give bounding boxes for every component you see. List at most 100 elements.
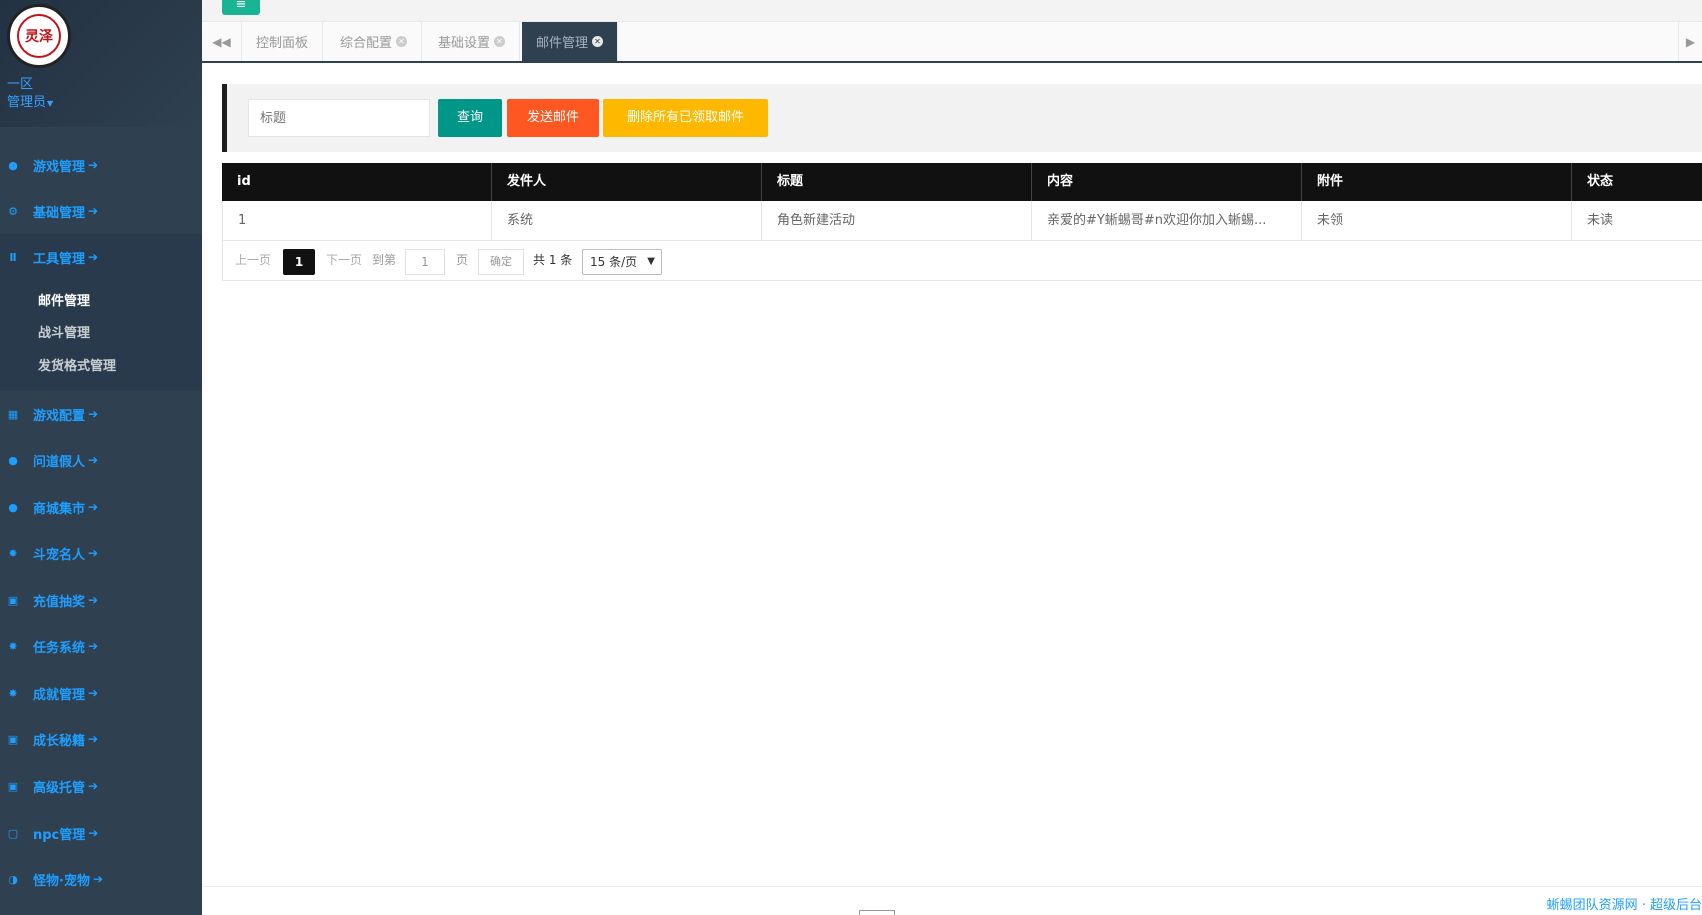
page-number-input[interactable]: 1	[405, 249, 445, 275]
column-header-id: id	[222, 163, 492, 201]
role-dropdown[interactable]: 管理员▼	[7, 91, 53, 110]
per-page-select[interactable]: 15 条/页 ▼	[582, 249, 662, 275]
user-icon: ●	[8, 453, 18, 467]
close-icon[interactable]: ✕	[592, 36, 604, 47]
gears-icon: ⚙	[8, 204, 18, 218]
arrow-right-icon: ➔	[88, 453, 99, 467]
submenu-item-battle[interactable]: 战斗管理	[38, 322, 90, 341]
money-icon: ▣	[7, 732, 19, 746]
sidebar-item-label: 斗宠名人	[33, 547, 86, 563]
table-row[interactable]: 1 系统 角色新建活动 亲爱的#Y蜥蜴哥#n欢迎你加入蜥蜴... 未领 未读	[222, 201, 1702, 241]
footer: 蜥蜴团队资源网 · 超级后台	[202, 886, 1702, 915]
arrow-right-icon: ➔	[88, 546, 99, 560]
goto-label: 到第	[372, 253, 397, 267]
sidebar-item-game[interactable]: ● 游戏管理 ➔	[0, 142, 202, 188]
square-icon: ▢	[7, 826, 19, 840]
sidebar-item-monster-pet[interactable]: ◑ 怪物·宠物 ➔	[0, 856, 202, 902]
cell-title: 角色新建活动	[762, 201, 1032, 241]
next-page-link[interactable]: 下一页	[326, 251, 362, 268]
caret-down-icon: ▼	[47, 99, 54, 108]
title-search-input[interactable]	[248, 99, 430, 137]
sidebar-item-growth-guide[interactable]: ▣ 成长秘籍 ➔	[0, 716, 202, 762]
money-icon: ▣	[7, 593, 19, 607]
goto-confirm-button[interactable]: 确定	[478, 249, 524, 275]
sidebar-item-label: 任务系统	[33, 640, 86, 656]
arrow-right-icon: ➔	[88, 779, 99, 793]
page-unit-label: 页	[456, 253, 469, 267]
sidebar-item-advanced-hosting[interactable]: ▣ 高级托管 ➔	[0, 763, 202, 809]
sidebar-item-label: npc管理	[33, 827, 86, 843]
per-page-value: 15 条/页	[590, 255, 638, 269]
tab-basic-settings[interactable]: 基础设置 ✕	[424, 22, 521, 61]
tab-bar: ◀◀ 控制面板 综合配置 ✕ 基础设置 ✕ 邮件管理 ✕ ▶	[202, 22, 1702, 63]
sidebar-item-label: 商城集市	[33, 501, 86, 517]
logo-avatar: 灵泽	[7, 4, 71, 68]
tab-label: 邮件管理	[536, 36, 589, 51]
column-header-sender: 发件人	[492, 163, 762, 201]
cell-sender: 系统	[492, 201, 762, 241]
footer-link[interactable]: 蜥蜴团队资源网 · 超级后台	[1547, 894, 1702, 913]
sidebar-item-fake-player[interactable]: ● 问道假人 ➔	[0, 437, 202, 483]
cell-content: 亲爱的#Y蜥蜴哥#n欢迎你加入蜥蜴...	[1032, 201, 1302, 241]
gear-icon: ✸	[8, 686, 18, 700]
delete-claimed-mail-button[interactable]: 删除所有已领取邮件	[603, 99, 768, 137]
table-header: id 发件人 标题 内容 附件 状态	[222, 163, 1702, 201]
cell-attachment: 未领	[1302, 201, 1572, 241]
role-label: 管理员	[7, 95, 47, 110]
arrow-right-icon: ➔	[88, 407, 99, 421]
tools-icon: Ⅱ	[9, 250, 17, 264]
sidebar-item-mall[interactable]: ● 商城集市 ➔	[0, 484, 202, 530]
logo-text: 灵泽	[17, 14, 61, 58]
arrow-right-icon: ➔	[88, 500, 99, 514]
zone-label: 一区	[7, 77, 34, 92]
sidebar-item-recharge-lottery[interactable]: ▣ 充值抽奖 ➔	[0, 577, 202, 623]
sidebar-item-basic[interactable]: ⚙ 基础管理 ➔	[0, 188, 202, 234]
footer-badge	[859, 910, 895, 915]
tab-scroll-right-icon[interactable]: ▶	[1678, 22, 1702, 61]
column-header-attachment: 附件	[1302, 163, 1572, 201]
sidebar-item-label: 充值抽奖	[33, 594, 86, 610]
sidebar-item-label: 基础管理	[33, 205, 86, 221]
send-mail-button[interactable]: 发送邮件	[507, 99, 599, 137]
sidebar-item-pet-celebrity[interactable]: ✸ 斗宠名人 ➔	[0, 530, 202, 576]
sidebar-item-label: 工具管理	[33, 251, 86, 267]
column-header-content: 内容	[1032, 163, 1302, 201]
sidebar-item-achievement[interactable]: ✸ 成就管理 ➔	[0, 670, 202, 716]
arrow-right-icon: ➔	[88, 250, 99, 264]
sidebar-item-tools[interactable]: Ⅱ 工具管理 ➔	[0, 234, 202, 280]
tab-label: 综合配置	[340, 36, 393, 51]
money-icon: ▣	[7, 779, 19, 793]
sidebar-item-task-system[interactable]: ✸ 任务系统 ➔	[0, 623, 202, 669]
close-icon[interactable]: ✕	[396, 36, 408, 47]
query-button[interactable]: 查询	[438, 99, 502, 137]
sidebar-item-label: 怪物·宠物	[33, 873, 90, 889]
submenu-item-mail[interactable]: 邮件管理	[38, 290, 90, 309]
arrow-right-icon: ➔	[88, 826, 99, 840]
close-icon[interactable]: ✕	[494, 36, 506, 47]
user-icon: ●	[8, 158, 18, 172]
arrow-right-icon: ➔	[88, 686, 99, 700]
tab-general-config[interactable]: 综合配置 ✕	[326, 22, 423, 61]
tab-dashboard[interactable]: 控制面板	[242, 22, 324, 61]
tab-mail-management[interactable]: 邮件管理 ✕	[522, 22, 619, 61]
submenu-item-delivery-format[interactable]: 发货格式管理	[38, 355, 116, 374]
menu-toggle-button[interactable]: ≡	[222, 0, 260, 15]
sidebar-item-npc[interactable]: ▢ npc管理 ➔	[0, 810, 202, 856]
arrow-right-icon: ➔	[88, 204, 99, 218]
table-icon: ▦	[7, 407, 19, 421]
arrow-right-icon: ➔	[88, 639, 99, 653]
sidebar-item-label: 高级托管	[33, 780, 86, 796]
sidebar-item-label: 成就管理	[33, 687, 86, 703]
gear-icon: ✸	[8, 639, 18, 653]
chevron-down-icon: ▼	[647, 256, 655, 267]
prev-page-link[interactable]: 上一页	[235, 251, 271, 268]
current-page-number[interactable]: 1	[283, 249, 315, 275]
sidebar-item-label: 游戏管理	[33, 159, 86, 175]
sidebar-item-label: 游戏配置	[33, 408, 86, 424]
arrow-right-icon: ➔	[92, 872, 104, 886]
cell-id: 1	[223, 201, 492, 241]
tab-label: 基础设置	[438, 36, 491, 51]
tab-scroll-left-icon[interactable]: ◀◀	[202, 22, 242, 61]
sidebar-item-game-config[interactable]: ▦ 游戏配置 ➔	[0, 391, 202, 437]
sidebar-item-label: 成长秘籍	[33, 733, 86, 749]
